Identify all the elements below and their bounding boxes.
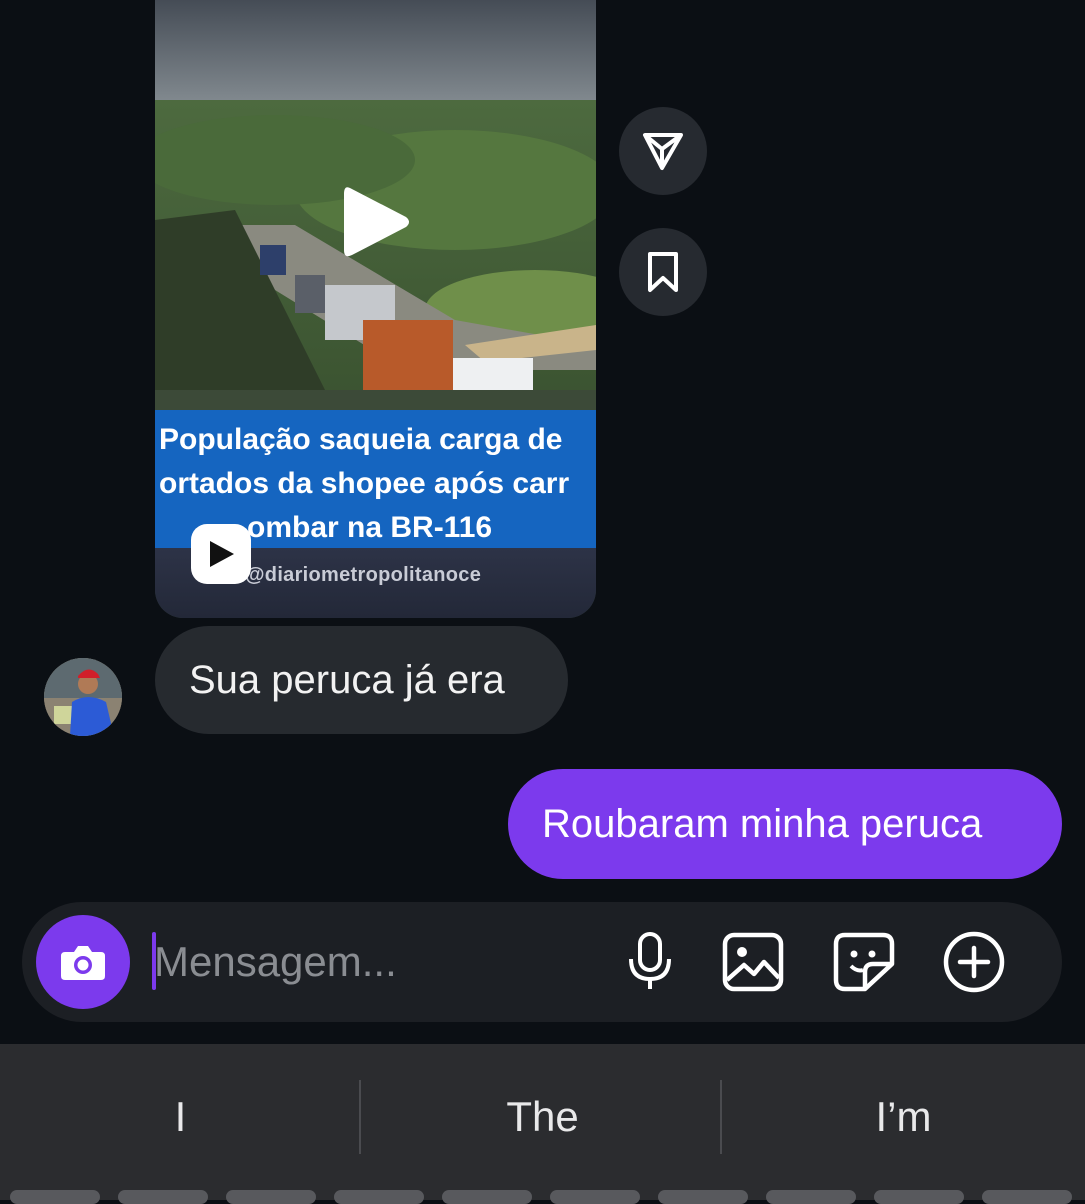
suggestion-divider	[720, 1080, 722, 1154]
reel-caption-line-2: ortados da shopee após carr	[159, 467, 570, 500]
keyboard-key[interactable]	[658, 1190, 748, 1204]
shared-reel[interactable]: População saqueia carga de ortados da sh…	[155, 0, 596, 618]
reels-badge-icon	[191, 524, 251, 584]
bookmark-icon	[648, 252, 678, 292]
incoming-message[interactable]: Sua peruca já era	[155, 626, 568, 734]
avatar[interactable]	[44, 658, 122, 736]
camera-icon	[61, 946, 105, 980]
keyboard-key[interactable]	[874, 1190, 964, 1204]
gallery-icon	[722, 932, 784, 992]
save-button[interactable]	[619, 228, 707, 316]
chat-thread: População saqueia carga de ortados da sh…	[0, 0, 1085, 900]
send-icon	[643, 133, 683, 170]
play-icon[interactable]	[340, 182, 412, 262]
keyboard-key[interactable]	[982, 1190, 1072, 1204]
microphone-button[interactable]	[618, 930, 682, 994]
share-button[interactable]	[619, 107, 707, 195]
sticker-icon	[833, 932, 895, 992]
outgoing-message[interactable]: Roubaram minha peruca	[508, 769, 1062, 879]
microphone-icon	[629, 932, 671, 989]
suggestion-divider	[359, 1080, 361, 1154]
keyboard-key[interactable]	[334, 1190, 424, 1204]
keyboard-key[interactable]	[226, 1190, 316, 1204]
plus-icon	[943, 931, 1005, 993]
keyboard-key[interactable]	[550, 1190, 640, 1204]
gallery-button[interactable]	[721, 930, 785, 994]
more-button[interactable]	[942, 930, 1006, 994]
keyboard-key[interactable]	[118, 1190, 208, 1204]
keyboard-key[interactable]	[766, 1190, 856, 1204]
message-composer	[22, 902, 1062, 1022]
suggestion-1[interactable]: I	[0, 1082, 361, 1152]
keyboard-key[interactable]	[10, 1190, 100, 1204]
keyboard: I The I’m	[0, 1044, 1085, 1200]
reel-handle: @diariometropolitanoce	[245, 564, 482, 586]
reel-caption-line-1: População saqueia carga de	[159, 423, 563, 456]
sticker-button[interactable]	[832, 930, 896, 994]
camera-button[interactable]	[36, 915, 130, 1009]
keyboard-key-row	[0, 1190, 1085, 1204]
message-input[interactable]	[154, 924, 594, 1000]
suggestion-2[interactable]: The	[362, 1082, 723, 1152]
suggestion-3[interactable]: I’m	[723, 1082, 1084, 1152]
keyboard-key[interactable]	[442, 1190, 532, 1204]
